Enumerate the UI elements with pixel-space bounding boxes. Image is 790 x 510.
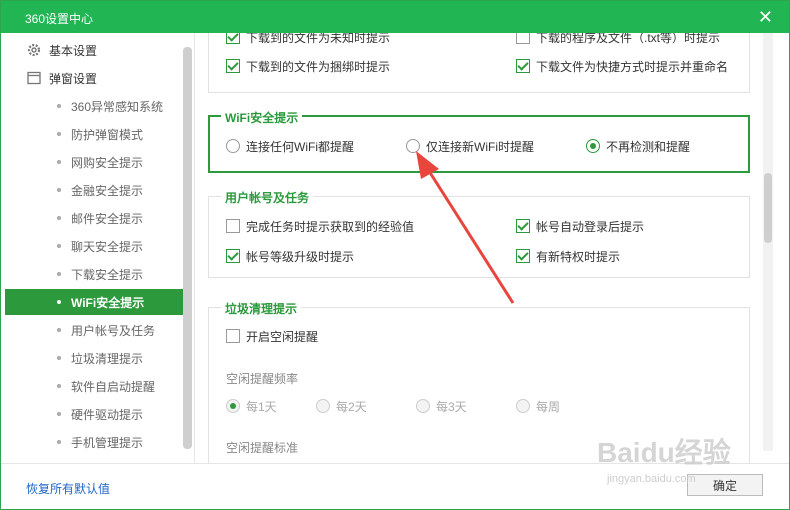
freq-option-2day[interactable]: 每2天 [316, 397, 367, 415]
account-section [208, 196, 750, 278]
sidebar: 基本设置 弹窗设置 360异常感知系统 防护弹窗模式 网购安全提示 金融安全提示… [5, 33, 195, 463]
checkbox[interactable] [516, 33, 530, 44]
sidebar-item-label: 硬件驱动提示 [71, 407, 144, 422]
checkbox[interactable] [226, 33, 240, 44]
option-label: 仅连接新WiFi时提醒 [426, 139, 534, 154]
sidebar-item-email[interactable]: 邮件安全提示 [5, 205, 183, 231]
sidebar-item-chat[interactable]: 聊天安全提示 [5, 233, 183, 259]
checkbox[interactable] [516, 219, 530, 233]
sidebar-item-label: WiFi安全提示 [71, 295, 145, 310]
restore-defaults-link[interactable]: 恢复所有默认值 [26, 480, 110, 497]
checkbox[interactable] [226, 59, 240, 73]
download-bundled-option[interactable]: 下载到的文件为捆绑时提示 [226, 57, 390, 75]
freq-option-1day[interactable]: 每1天 [226, 397, 277, 415]
option-label: 开启空闲提醒 [246, 329, 319, 344]
radio[interactable] [516, 399, 530, 413]
window-icon [25, 69, 43, 87]
option-label: 帐号等级升级时提示 [246, 249, 355, 264]
sidebar-item-label: 金融安全提示 [71, 183, 144, 198]
window-title: 360设置中心 [25, 12, 94, 26]
option-label: 不再检测和提醒 [606, 139, 691, 154]
option-label: 下载文件为快捷方式时提示并重命名 [536, 59, 729, 74]
sidebar-item-anomaly[interactable]: 360异常感知系统 [5, 93, 183, 119]
sidebar-item-wifi[interactable]: WiFi安全提示 [5, 289, 183, 315]
content-scrollbar[interactable] [763, 33, 773, 451]
sidebar-item-shopping[interactable]: 网购安全提示 [5, 149, 183, 175]
sidebar-item-label: 邮件安全提示 [71, 211, 144, 226]
sidebar-item-startup[interactable]: 软件自启动提醒 [5, 373, 183, 399]
sidebar-section-label: 基本设置 [49, 43, 98, 58]
option-label: 下载到的文件为未知时提示 [246, 33, 391, 45]
wifi-section-title: WiFi安全提示 [221, 109, 303, 126]
option-label: 下载到的文件为捆绑时提示 [246, 59, 391, 74]
option-label: 下载的程序及文件（.txt等）时提示 [536, 33, 721, 45]
account-exp-option[interactable]: 完成任务时提示获取到的经验值 [226, 217, 414, 235]
sidebar-item-hardware[interactable]: 硬件驱动提示 [5, 401, 183, 427]
sidebar-item-finance[interactable]: 金融安全提示 [5, 177, 183, 203]
sidebar-item-label: 手机管理提示 [71, 435, 144, 450]
radio[interactable] [586, 139, 600, 153]
close-icon[interactable]: ✕ [758, 7, 773, 28]
option-label: 有新特权时提示 [536, 249, 621, 264]
download-unknown-option[interactable]: 下载到的文件为未知时提示 [226, 33, 390, 46]
settings-window: 360设置中心 ✕ 基本设置 弹窗设置 360异常感知系统 防护弹窗模式 网购安… [0, 0, 790, 510]
option-label: 每周 [536, 399, 561, 414]
gear-icon [25, 41, 43, 59]
radio[interactable] [406, 139, 420, 153]
ok-button[interactable]: 确定 [687, 474, 763, 496]
sidebar-section-label: 弹窗设置 [49, 71, 98, 86]
download-program-option[interactable]: 下载的程序及文件（.txt等）时提示 [516, 33, 720, 46]
option-label: 连接任何WiFi都提醒 [246, 139, 354, 154]
sidebar-item-label: 用户帐号及任务 [71, 323, 156, 338]
option-label: 每1天 [246, 399, 277, 414]
sidebar-item-label: 软件自启动提醒 [71, 379, 156, 394]
sidebar-section-popup[interactable]: 弹窗设置 [5, 65, 183, 91]
download-shortcut-option[interactable]: 下载文件为快捷方式时提示并重命名 [516, 57, 728, 75]
account-levelup-option[interactable]: 帐号等级升级时提示 [226, 247, 354, 265]
checkbox[interactable] [226, 219, 240, 233]
checkbox[interactable] [516, 249, 530, 263]
checkbox[interactable] [226, 329, 240, 343]
junk-frequency-label: 空闲提醒频率 [226, 372, 299, 386]
sidebar-item-label: 下载安全提示 [71, 267, 144, 282]
sidebar-item-label: 网购安全提示 [71, 155, 144, 170]
junk-standard-label: 空闲提醒标准 [226, 441, 299, 455]
account-privilege-option[interactable]: 有新特权时提示 [516, 247, 620, 265]
sidebar-item-label: 聊天安全提示 [71, 239, 144, 254]
option-label: 完成任务时提示获取到的经验值 [246, 219, 415, 234]
sidebar-item-download[interactable]: 下载安全提示 [5, 261, 183, 287]
settings-content: 下载到的文件为未知时提示 下载的程序及文件（.txt等）时提示 下载到的文件为捆… [196, 33, 774, 463]
option-label: 每2天 [336, 399, 367, 414]
account-section-title: 用户帐号及任务 [221, 189, 314, 206]
radio[interactable] [316, 399, 330, 413]
checkbox[interactable] [226, 249, 240, 263]
watermark-url: jingyan.baidu.com [607, 473, 696, 485]
radio[interactable] [226, 399, 240, 413]
sidebar-item-label: 360异常感知系统 [71, 99, 164, 114]
wifi-option-new[interactable]: 仅连接新WiFi时提醒 [406, 137, 534, 155]
junk-idle-option[interactable]: 开启空闲提醒 [226, 327, 318, 345]
watermark-logo: Baidu经验 [597, 437, 731, 468]
option-label: 每3天 [436, 399, 467, 414]
sidebar-item-phone[interactable]: 手机管理提示 [5, 429, 183, 455]
junk-section-title: 垃圾清理提示 [221, 300, 302, 317]
sidebar-item-label: 防护弹窗模式 [71, 127, 144, 142]
scrollbar-thumb[interactable] [764, 173, 772, 243]
sidebar-item-label: 垃圾清理提示 [71, 351, 144, 366]
radio[interactable] [226, 139, 240, 153]
checkbox[interactable] [516, 59, 530, 73]
wifi-option-any[interactable]: 连接任何WiFi都提醒 [226, 137, 354, 155]
sidebar-item-junk[interactable]: 垃圾清理提示 [5, 345, 183, 371]
sidebar-item-account[interactable]: 用户帐号及任务 [5, 317, 183, 343]
option-label: 帐号自动登录后提示 [536, 219, 645, 234]
wifi-option-none[interactable]: 不再检测和提醒 [586, 137, 690, 155]
sidebar-section-basic[interactable]: 基本设置 [5, 37, 183, 63]
freq-option-3day[interactable]: 每3天 [416, 397, 467, 415]
sidebar-item-protect-mode[interactable]: 防护弹窗模式 [5, 121, 183, 147]
account-autologin-option[interactable]: 帐号自动登录后提示 [516, 217, 644, 235]
sidebar-scrollbar[interactable] [183, 47, 192, 449]
title-bar: 360设置中心 ✕ [1, 1, 789, 33]
radio[interactable] [416, 399, 430, 413]
freq-option-week[interactable]: 每周 [516, 397, 560, 415]
